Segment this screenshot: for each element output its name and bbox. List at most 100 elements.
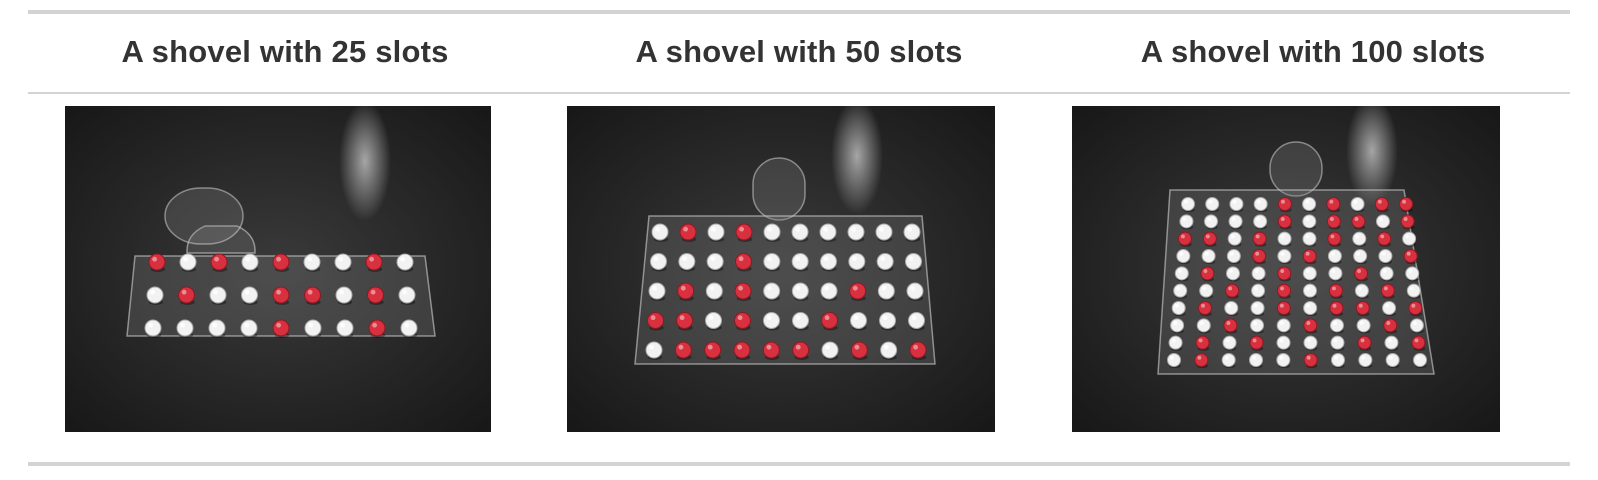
- white-bead: [1378, 249, 1393, 263]
- red-bead: [1277, 197, 1292, 211]
- red-bead: [734, 312, 751, 329]
- white-bead: [791, 253, 809, 270]
- red-bead: [1177, 231, 1192, 246]
- white-bead: [1302, 283, 1317, 298]
- red-bead: [762, 341, 780, 359]
- white-bead: [650, 253, 667, 270]
- red-bead: [1277, 266, 1292, 281]
- red-bead: [733, 341, 751, 359]
- red-bead: [1194, 353, 1209, 367]
- white-bead: [1174, 266, 1189, 281]
- white-bead: [847, 223, 865, 241]
- red-bead: [148, 253, 166, 271]
- white-bead: [1406, 283, 1421, 298]
- red-bead: [365, 253, 383, 271]
- white-bead: [1402, 231, 1417, 246]
- white-bead: [1352, 231, 1367, 246]
- white-bead: [336, 319, 354, 337]
- red-bead: [1351, 214, 1366, 229]
- red-bead: [1225, 283, 1240, 298]
- white-bead: [792, 312, 809, 329]
- red-bead: [367, 286, 384, 304]
- white-bead: [819, 223, 837, 241]
- white-bead: [1405, 266, 1420, 281]
- white-bead: [877, 282, 895, 300]
- white-bead: [791, 223, 809, 241]
- red-bead: [1354, 266, 1369, 281]
- white-bead: [1379, 266, 1394, 281]
- red-bead: [1377, 231, 1392, 246]
- white-bead: [1179, 214, 1194, 229]
- red-bead: [1327, 231, 1342, 246]
- white-bead: [398, 286, 416, 304]
- white-bead: [241, 253, 259, 271]
- red-bead: [1329, 301, 1344, 315]
- white-bead: [875, 223, 893, 241]
- white-bead: [820, 282, 838, 300]
- white-bead: [1276, 335, 1291, 350]
- white-bead: [848, 253, 866, 270]
- white-bead: [1409, 318, 1424, 333]
- white-bead: [1303, 301, 1318, 315]
- white-bead: [1276, 353, 1291, 367]
- red-bead: [704, 341, 722, 359]
- table-cell-shovel-100: A shovel with 100 slots: [1056, 14, 1570, 462]
- white-bead: [1196, 318, 1211, 333]
- white-bead: [1167, 353, 1181, 367]
- red-bead: [821, 312, 838, 329]
- white-bead: [1328, 266, 1343, 281]
- white-bead: [396, 253, 414, 271]
- red-bead: [1249, 335, 1264, 350]
- red-bead: [210, 253, 228, 271]
- white-bead: [763, 253, 781, 270]
- white-bead: [1221, 353, 1236, 367]
- white-bead: [705, 312, 722, 329]
- red-bead: [735, 253, 752, 270]
- white-bead: [1385, 353, 1400, 367]
- red-bead: [1328, 283, 1343, 298]
- white-bead: [763, 223, 781, 241]
- white-bead: [208, 319, 226, 337]
- white-bead: [1201, 249, 1216, 263]
- white-bead: [1222, 335, 1237, 350]
- red-bead: [1223, 318, 1238, 333]
- white-bead: [1413, 353, 1427, 367]
- white-bead: [880, 341, 898, 359]
- red-bead: [272, 253, 290, 271]
- white-bead: [1224, 301, 1239, 315]
- white-bead: [1329, 318, 1344, 333]
- white-bead: [1251, 283, 1266, 298]
- white-bead: [1382, 301, 1397, 315]
- table-cell-shovel-50: A shovel with 50 slots: [542, 14, 1056, 462]
- white-bead: [763, 282, 781, 300]
- red-bead: [1200, 266, 1215, 281]
- red-bead: [272, 319, 290, 337]
- red-bead: [304, 286, 321, 304]
- red-bead: [1252, 249, 1267, 263]
- shovel-25-photo: [65, 106, 491, 432]
- white-bead: [1375, 214, 1390, 229]
- white-bead: [1327, 249, 1342, 263]
- white-bead: [1302, 214, 1317, 229]
- shovel-100-photo: [1072, 106, 1500, 432]
- white-bead: [1253, 197, 1268, 211]
- white-bead: [1226, 249, 1241, 263]
- red-bead: [1252, 231, 1267, 246]
- red-bead: [677, 282, 695, 300]
- red-bead: [1277, 214, 1292, 229]
- white-bead: [1331, 353, 1345, 367]
- white-bead: [1350, 197, 1365, 211]
- white-bead: [179, 253, 197, 271]
- white-bead: [876, 253, 894, 270]
- red-bead: [1326, 214, 1341, 229]
- white-bead: [1229, 197, 1244, 211]
- white-bead: [1249, 353, 1263, 367]
- red-bead: [1380, 283, 1395, 298]
- red-bead: [1302, 249, 1317, 263]
- white-bead: [1250, 301, 1265, 315]
- red-bead: [679, 223, 697, 241]
- red-bead: [1277, 283, 1292, 298]
- white-bead: [176, 319, 194, 337]
- red-bead: [676, 312, 693, 329]
- table-cell-shovel-25: A shovel with 25 slots: [28, 14, 542, 462]
